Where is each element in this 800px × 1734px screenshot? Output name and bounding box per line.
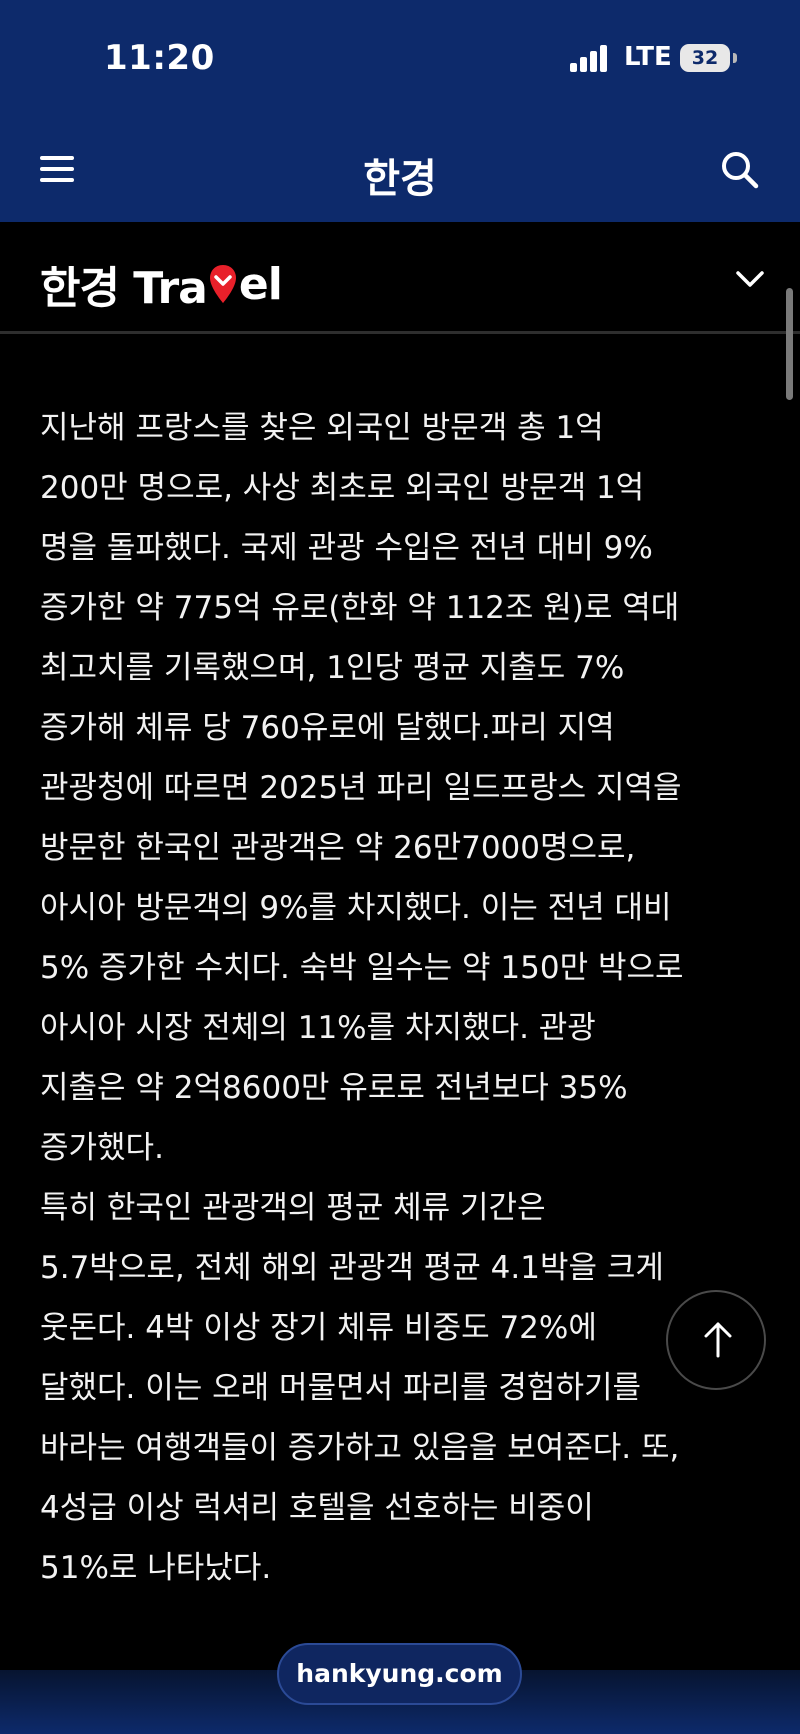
article-line: 아시아 시장 전체의 11%를 차지했다. 관광 bbox=[40, 1010, 596, 1046]
article-line: 웃돈다. 4박 이상 장기 체류 비중도 72%에 bbox=[40, 1310, 597, 1346]
battery-tip bbox=[733, 53, 737, 63]
status-bar: 11:20 LTE 32 bbox=[0, 0, 800, 118]
article-line: 관광청에 따르면 2025년 파리 일드프랑스 지역을 bbox=[40, 770, 682, 806]
url-bar[interactable]: hankyung.com bbox=[277, 1643, 522, 1705]
article-body: 지난해 프랑스를 찾은 외국인 방문객 총 1억 200만 명으로, 사상 최초… bbox=[40, 398, 760, 1598]
arrow-up-icon bbox=[704, 1322, 732, 1358]
article-line: 51%로 나타났다. bbox=[40, 1550, 272, 1586]
signal-icon bbox=[570, 44, 610, 72]
section-header[interactable]: 한경 Tra el bbox=[0, 222, 800, 334]
article-line: 5.7박으로, 전체 해외 관광객 평균 4.1박을 크게 bbox=[40, 1250, 664, 1286]
article-line: 증가한 약 775억 유로(한화 약 112조 원)로 역대 bbox=[40, 590, 680, 626]
status-time: 11:20 bbox=[104, 38, 215, 78]
battery-icon: 32 bbox=[680, 44, 730, 72]
article-line: 지난해 프랑스를 찾은 외국인 방문객 총 1억 bbox=[40, 410, 604, 446]
scroll-top-button[interactable] bbox=[666, 1290, 766, 1390]
scrollbar-thumb[interactable] bbox=[786, 288, 793, 400]
search-icon[interactable] bbox=[718, 148, 762, 192]
article-line: 5% 증가한 수치다. 숙박 일수는 약 150만 박으로 bbox=[40, 950, 684, 986]
article-line: 방문한 한국인 관광객은 약 26만7000명으로, bbox=[40, 830, 636, 866]
article-line: 바라는 여행객들이 증가하고 있음을 보여준다. 또, bbox=[40, 1430, 680, 1466]
article-line: 달했다. 이는 오래 머물면서 파리를 경험하기를 bbox=[40, 1370, 642, 1406]
article-line: 증가했다. bbox=[40, 1130, 164, 1166]
article-line: 특히 한국인 관광객의 평균 체류 기간은 bbox=[40, 1190, 546, 1226]
article-line: 4성급 이상 럭셔리 호텔을 선호하는 비중이 bbox=[40, 1490, 594, 1526]
network-type: LTE bbox=[624, 42, 672, 72]
section-title-prefix: 한경 Tra bbox=[40, 263, 208, 314]
article-line: 200만 명으로, 사상 최초로 외국인 방문객 1억 bbox=[40, 470, 645, 506]
chevron-down-icon[interactable] bbox=[733, 262, 767, 296]
section-logo[interactable]: 한경 Tra el bbox=[40, 252, 283, 316]
site-brand[interactable]: 한경 bbox=[0, 146, 800, 204]
top-navbar: 한경 bbox=[0, 118, 800, 222]
location-pin-icon bbox=[208, 263, 238, 305]
article-line: 증가해 체류 당 760유로에 달했다.파리 지역 bbox=[40, 710, 615, 746]
article-line: 지출은 약 2억8600만 유로로 전년보다 35% bbox=[40, 1070, 628, 1106]
article-line: 아시아 방문객의 9%를 차지했다. 이는 전년 대비 bbox=[40, 890, 672, 926]
article-line: 최고치를 기록했으며, 1인당 평균 지출도 7% bbox=[40, 650, 625, 686]
article-line: 명을 돌파했다. 국제 관광 수입은 전년 대비 9% bbox=[40, 530, 653, 566]
section-title-suffix: el bbox=[238, 258, 283, 310]
